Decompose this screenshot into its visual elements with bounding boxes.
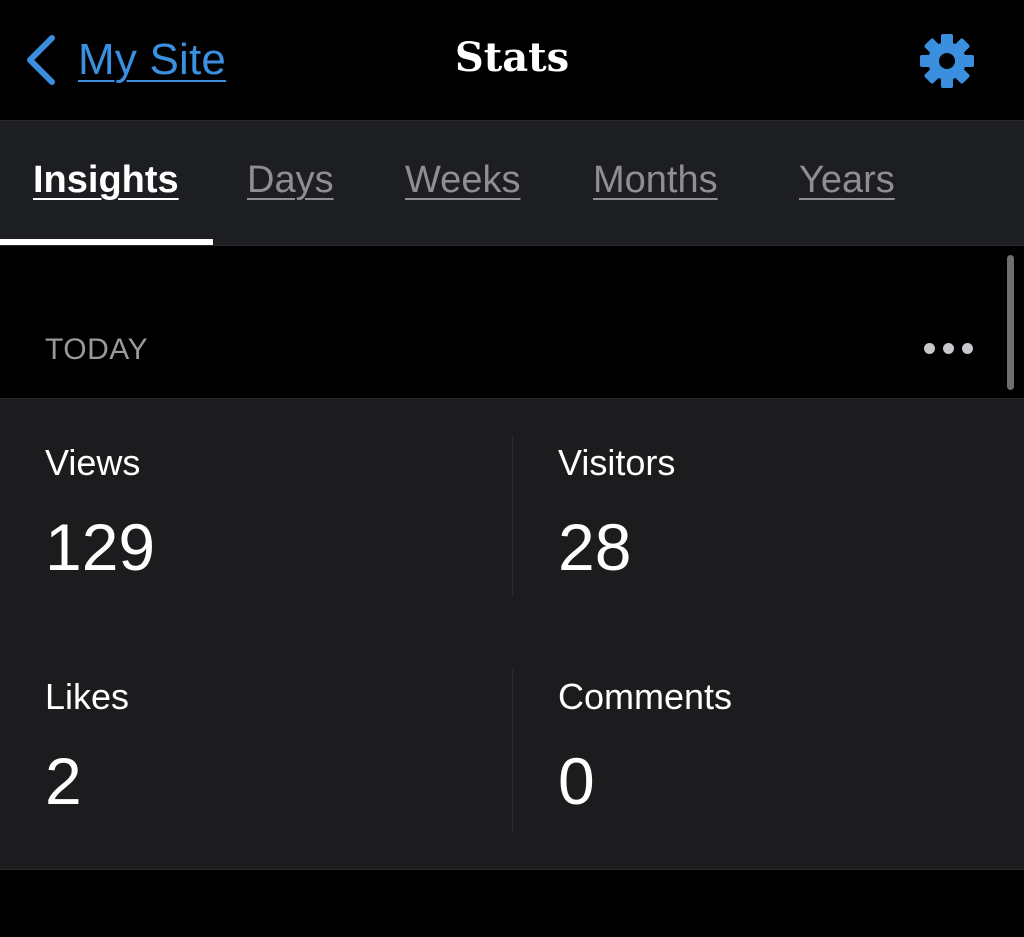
tab-days[interactable]: Days: [247, 159, 334, 202]
settings-button[interactable]: [914, 28, 980, 94]
views-value: 129: [45, 510, 156, 584]
ellipsis-icon: [923, 342, 973, 354]
comments-stat[interactable]: Comments 0: [558, 676, 1018, 818]
back-button[interactable]: My Site: [22, 30, 226, 90]
today-section-header: TODAY: [0, 246, 1024, 399]
empty-content-area: [0, 870, 1024, 937]
likes-stat[interactable]: Likes 2: [45, 676, 505, 818]
tab-years[interactable]: Years: [799, 159, 895, 202]
visitors-stat[interactable]: Visitors 28: [558, 442, 1018, 584]
comments-value: 0: [558, 744, 595, 818]
comments-label: Comments: [558, 676, 733, 717]
views-stat[interactable]: Views 129: [45, 442, 505, 584]
chevron-left-icon: [22, 32, 58, 88]
active-tab-indicator: [0, 239, 213, 245]
gear-icon: [914, 34, 980, 98]
tab-insights[interactable]: Insights: [33, 159, 179, 202]
stat-divider: [512, 669, 513, 833]
visitors-label: Visitors: [558, 442, 676, 483]
more-options-button[interactable]: [916, 328, 980, 368]
navigation-bar: My Site Stats: [0, 0, 1024, 121]
stat-divider: [512, 435, 513, 597]
tab-weeks[interactable]: Weeks: [405, 159, 520, 202]
scrollbar[interactable]: [1007, 255, 1014, 390]
today-stats-card: Views 129 Visitors 28 Likes 2 Comments 0: [0, 399, 1024, 870]
back-button-label: My Site: [78, 35, 227, 84]
visitors-value: 28: [558, 510, 632, 584]
section-title: TODAY: [45, 333, 149, 366]
likes-label: Likes: [45, 676, 130, 717]
tab-months[interactable]: Months: [593, 159, 718, 202]
period-tab-bar: Insights Days Weeks Months Years: [0, 121, 1024, 246]
views-label: Views: [45, 442, 141, 483]
likes-value: 2: [45, 744, 82, 818]
